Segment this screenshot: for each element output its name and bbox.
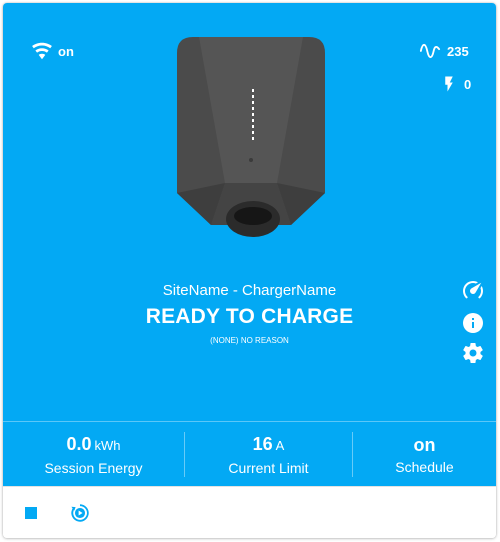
stats-bar: 0.0 kWh Session Energy 16 A Current Limit …	[3, 421, 496, 487]
resume-button[interactable]	[68, 501, 92, 525]
stat-session-energy[interactable]: 0.0 kWh Session Energy	[3, 422, 184, 487]
action-footer	[3, 486, 496, 538]
stat-unit: A	[275, 437, 285, 453]
stat-value: on	[413, 434, 436, 455]
charger-image	[177, 37, 325, 237]
power-value: 0	[464, 76, 472, 92]
site-name: SiteName - ChargerName	[162, 282, 337, 299]
voltage-value: 235	[447, 43, 469, 59]
wifi-status[interactable]: on	[31, 40, 74, 62]
info-icon[interactable]	[461, 311, 485, 335]
stop-button[interactable]	[19, 501, 43, 525]
charger-card: on 235 0 SiteName - ChargerName READY TO…	[3, 3, 496, 538]
charger-status: READY TO CHARGE	[145, 305, 354, 328]
stat-value: 0.0	[66, 433, 92, 454]
charger-hero: on 235 0 SiteName - ChargerName READY TO…	[3, 3, 496, 421]
gear-icon[interactable]	[461, 341, 485, 365]
voltage-status[interactable]: 235	[419, 40, 469, 62]
stat-label: Session Energy	[44, 459, 143, 476]
stat-current-limit[interactable]: 16 A Current Limit	[185, 422, 352, 487]
stat-label: Schedule	[395, 458, 454, 475]
lightning-icon	[445, 76, 453, 92]
stat-unit: kWh	[94, 437, 121, 453]
stat-value: 16	[252, 433, 273, 454]
play-circle-icon	[71, 504, 89, 522]
stat-label: Current Limit	[228, 459, 309, 476]
charger-substatus: (NONE) NO REASON	[210, 336, 289, 345]
wifi-value: on	[58, 43, 74, 59]
stop-icon	[25, 507, 37, 519]
speedometer-icon[interactable]	[461, 278, 485, 302]
sine-wave-icon	[419, 43, 441, 59]
wifi-icon	[32, 42, 52, 60]
power-status[interactable]: 0	[440, 73, 471, 95]
stat-schedule[interactable]: on Schedule	[353, 422, 496, 487]
